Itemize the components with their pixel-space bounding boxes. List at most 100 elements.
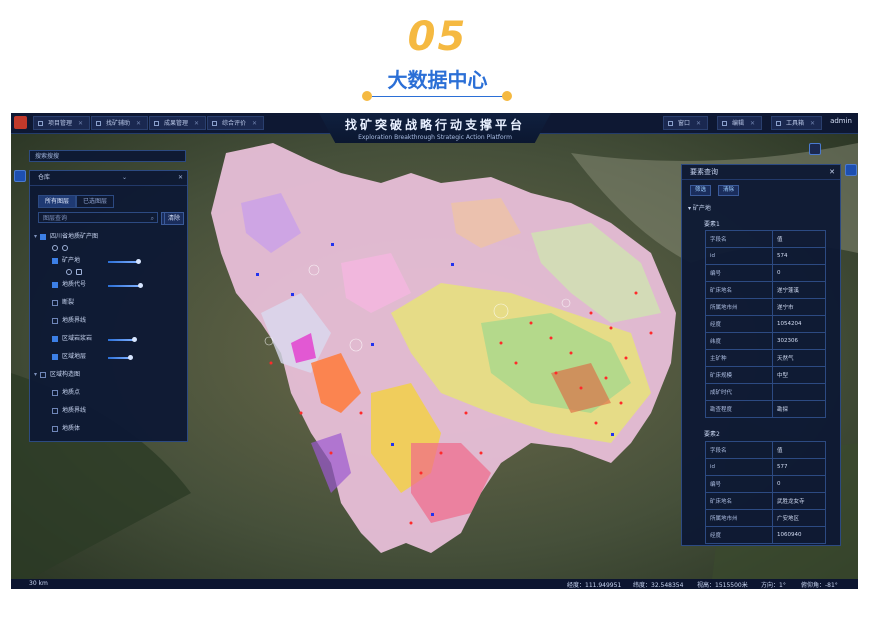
close-icon[interactable]: ✕ bbox=[78, 120, 83, 127]
opacity-slider[interactable] bbox=[108, 357, 130, 359]
slider-handle[interactable] bbox=[138, 283, 143, 288]
checkbox[interactable] bbox=[52, 425, 58, 432]
app-title: 找矿突破战略行动支撑平台 bbox=[344, 118, 525, 132]
checkbox[interactable] bbox=[52, 353, 58, 360]
close-icon[interactable]: ✕ bbox=[696, 120, 701, 127]
hero-title: 大数据中心 bbox=[387, 68, 488, 92]
status-bar: 30 km 经度：111.949951 纬度：32.548354 视高：1515… bbox=[11, 579, 858, 589]
tree-node[interactable]: 地质体 bbox=[52, 423, 80, 435]
locate-icon[interactable] bbox=[52, 245, 58, 251]
tree-node[interactable]: 矿产地 bbox=[52, 255, 80, 267]
layers-toggle-icon[interactable] bbox=[14, 170, 26, 182]
close-icon[interactable]: ✕ bbox=[252, 120, 257, 127]
clear-button[interactable]: 清除 bbox=[718, 185, 740, 196]
field-value-cell: 302306 bbox=[772, 332, 826, 350]
checkbox[interactable] bbox=[52, 407, 58, 414]
checkbox[interactable] bbox=[40, 371, 46, 378]
slider-handle[interactable] bbox=[136, 259, 141, 264]
checkbox[interactable] bbox=[52, 389, 58, 396]
altitude-readout: 视高：1515500米 bbox=[697, 582, 748, 589]
scale-label: 30 km bbox=[29, 580, 48, 587]
tab-selected-layers[interactable]: 已选图层 bbox=[76, 195, 115, 208]
table-row: 成矿时代 bbox=[705, 383, 826, 401]
field-value-cell: 1060940 bbox=[772, 526, 826, 544]
tab-all-layers[interactable]: 所有图层 bbox=[38, 195, 77, 208]
filter-button[interactable]: 筛选 bbox=[690, 185, 712, 196]
field-value-cell: 1054204 bbox=[772, 315, 826, 333]
clear-button[interactable]: 清除 bbox=[163, 212, 184, 225]
field-value-cell: 577 bbox=[772, 458, 826, 476]
menu-results[interactable]: 成果管理 ✕ bbox=[149, 116, 207, 130]
close-icon[interactable]: ✕ bbox=[136, 120, 141, 127]
user-name[interactable]: admin bbox=[830, 117, 852, 125]
search-icon[interactable]: ⌕ bbox=[151, 213, 154, 224]
menu-edit[interactable]: 编辑 ✕ bbox=[717, 116, 763, 130]
link-icon[interactable] bbox=[62, 245, 68, 251]
menu-toolbox[interactable]: 工具箱 ✕ bbox=[771, 116, 823, 130]
tree-node[interactable]: ▾ 四川省地质矿产图 bbox=[34, 231, 98, 243]
tree-node[interactable]: 区域岩浆岩 bbox=[52, 333, 92, 345]
field-value-cell: 中型 bbox=[772, 366, 826, 384]
layer-panel: 仓库 ⌄ ✕ 所有图层已选图层 图层查询 ⌕ 收起 清除 ▾四川省地质矿产图 矿… bbox=[29, 170, 188, 442]
menu-icon bbox=[154, 121, 159, 126]
group-label[interactable]: ▾ 矿产地 bbox=[688, 203, 711, 212]
field-value-cell: 遂宁市 bbox=[772, 298, 826, 316]
menu-project[interactable]: 项目管理 ✕ bbox=[33, 116, 91, 130]
latitude-readout: 纬度：32.548354 bbox=[633, 582, 684, 589]
close-icon[interactable]: ✕ bbox=[829, 165, 835, 179]
fullscreen-icon[interactable] bbox=[809, 143, 821, 155]
field-name-cell: 经度 bbox=[705, 315, 773, 333]
field-name-cell: id bbox=[705, 458, 773, 476]
field-value-cell: 天然气 bbox=[772, 349, 826, 367]
table-row: 勘查程度 勘探 bbox=[705, 400, 826, 418]
checkbox[interactable] bbox=[52, 317, 58, 324]
layer-search-input[interactable]: 图层查询 ⌕ bbox=[38, 212, 158, 223]
chevron-down-icon[interactable]: ⌄ bbox=[122, 171, 127, 185]
close-icon[interactable]: ✕ bbox=[178, 171, 183, 185]
search-box[interactable]: 搜索搜搜 bbox=[29, 150, 186, 162]
table-row: 字段名值 bbox=[705, 230, 826, 248]
field-value-cell: 勘探 bbox=[772, 400, 826, 418]
close-icon[interactable]: ✕ bbox=[750, 120, 755, 127]
opacity-slider[interactable] bbox=[108, 339, 134, 341]
tree-node[interactable]: ▾ 区域构造图 bbox=[34, 369, 80, 381]
slider-handle[interactable] bbox=[132, 337, 137, 342]
hero-number: 05 bbox=[407, 14, 468, 60]
tree-node[interactable]: 地质界线 bbox=[52, 315, 86, 327]
table-row: 所属地市州 遂宁市 bbox=[705, 298, 826, 316]
close-icon[interactable]: ✕ bbox=[810, 120, 815, 127]
pitch-readout: 俯仰角：-81° bbox=[801, 582, 838, 589]
opacity-slider[interactable] bbox=[108, 261, 138, 263]
field-name-cell: 勘查程度 bbox=[705, 400, 773, 418]
globe-icon[interactable] bbox=[845, 164, 857, 176]
checkbox[interactable] bbox=[52, 335, 58, 342]
field-name-cell: 矿床地名 bbox=[705, 281, 773, 299]
locate-icon[interactable] bbox=[66, 269, 72, 275]
tree-node[interactable]: 断裂 bbox=[52, 297, 74, 309]
element-title: 要素1 bbox=[704, 221, 720, 228]
tree-node[interactable]: 地质代号 bbox=[52, 279, 86, 291]
close-icon[interactable]: ✕ bbox=[194, 120, 199, 127]
table-row: id 574 bbox=[705, 247, 826, 265]
field-value-cell: 广安地区 bbox=[772, 509, 826, 527]
checkbox[interactable] bbox=[52, 257, 58, 264]
slider-handle[interactable] bbox=[128, 355, 133, 360]
field-value-cell bbox=[772, 383, 826, 401]
checkbox[interactable] bbox=[52, 281, 58, 288]
hero-divider bbox=[372, 96, 504, 97]
table-row: 编号 0 bbox=[705, 264, 826, 282]
field-value-cell: 遂宁蓬溪 bbox=[772, 281, 826, 299]
table-icon[interactable] bbox=[76, 269, 82, 275]
menu-window[interactable]: 窗口 ✕ bbox=[663, 116, 709, 130]
field-name-cell: 成矿时代 bbox=[705, 383, 773, 401]
field-name-cell: 所属地市州 bbox=[705, 509, 773, 527]
checkbox[interactable] bbox=[40, 233, 46, 240]
tree-node[interactable]: 地质点 bbox=[52, 387, 80, 399]
menu-prospecting[interactable]: 找矿辅助 ✕ bbox=[91, 116, 149, 130]
checkbox[interactable] bbox=[52, 299, 58, 306]
tree-node[interactable]: 区域地层 bbox=[52, 351, 86, 363]
opacity-slider[interactable] bbox=[108, 285, 140, 287]
menu-evaluation[interactable]: 综合评价 ✕ bbox=[207, 116, 265, 130]
tree-node[interactable]: 地质界线 bbox=[52, 405, 86, 417]
field-value-cell: 574 bbox=[772, 247, 826, 265]
